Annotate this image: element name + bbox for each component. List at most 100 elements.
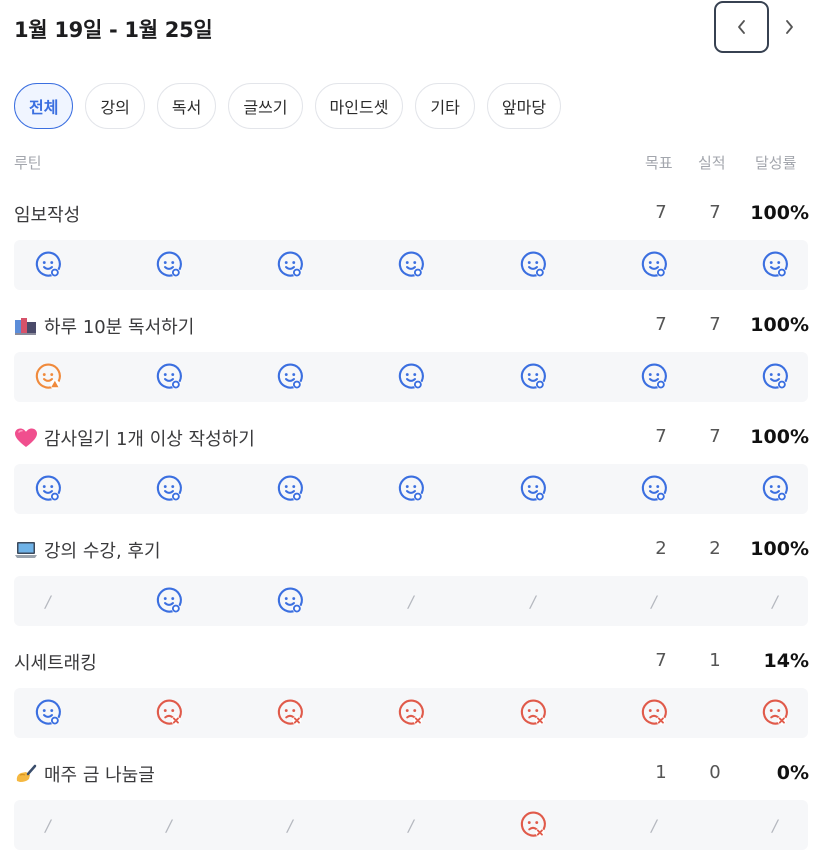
routine-title-text: 임보작성 <box>14 205 81 226</box>
smile-check-icon[interactable] <box>503 464 563 514</box>
routine-goal-count: 2 <box>655 538 667 559</box>
frown-x-icon[interactable] <box>624 688 684 738</box>
column-header-routine: 루틴 <box>14 154 42 172</box>
smile-warning-icon[interactable] <box>18 352 78 402</box>
routine-actual-count: 7 <box>709 202 721 223</box>
smile-check-icon[interactable] <box>260 464 320 514</box>
smile-check-icon[interactable] <box>624 464 684 514</box>
routine-title-row[interactable]: 임보작성 7 7 100% <box>14 194 809 234</box>
routine-item: 매주 금 나눔글 1 0 0% / / / / / / <box>14 754 809 850</box>
smile-check-icon[interactable] <box>745 240 805 290</box>
heart-icon <box>14 427 37 449</box>
routine-goal-count: 7 <box>655 202 667 223</box>
category-filter-bar: 전체 강의 독서 글쓰기 마인드셋 기타 앞마당 <box>14 83 562 129</box>
day-empty-slash: / <box>745 576 805 626</box>
routine-day-row <box>14 352 808 402</box>
routine-title-row[interactable]: 매주 금 나눔글 1 0 0% <box>14 754 809 794</box>
smile-check-icon[interactable] <box>260 352 320 402</box>
frown-x-icon[interactable] <box>381 688 441 738</box>
smile-check-icon[interactable] <box>18 240 78 290</box>
smile-check-icon[interactable] <box>745 352 805 402</box>
day-empty-slash: / <box>503 576 563 626</box>
laptop-icon <box>14 539 37 561</box>
day-empty-slash: / <box>18 576 78 626</box>
slash-text: / <box>287 815 293 835</box>
frown-x-icon[interactable] <box>503 800 563 850</box>
routine-actual-count: 0 <box>709 762 721 783</box>
routine-achievement-rate: 100% <box>750 538 809 560</box>
filter-chip[interactable]: 전체 <box>14 83 74 129</box>
routine-achievement-rate: 0% <box>776 762 809 784</box>
filter-chip[interactable]: 기타 <box>415 83 475 129</box>
routine-title-text: 하루 10분 독서하기 <box>44 317 195 338</box>
routine-achievement-rate: 100% <box>750 314 809 336</box>
routine-title-text: 감사일기 1개 이상 작성하기 <box>44 429 255 450</box>
slash-text: / <box>408 591 414 611</box>
smile-check-icon[interactable] <box>260 576 320 626</box>
routine-achievement-rate: 14% <box>763 650 809 672</box>
routine-title-text: 시세트래킹 <box>14 653 97 674</box>
routine-title-row[interactable]: 감사일기 1개 이상 작성하기 7 7 100% <box>14 418 809 458</box>
smile-check-icon[interactable] <box>381 464 441 514</box>
routine-title: 감사일기 1개 이상 작성하기 <box>14 425 255 451</box>
smile-check-icon[interactable] <box>139 576 199 626</box>
column-header-actual: 실적 <box>698 154 726 172</box>
routine-actual-count: 7 <box>709 314 721 335</box>
slash-text: / <box>45 591 51 611</box>
day-empty-slash: / <box>624 576 684 626</box>
column-header-rate: 달성률 <box>755 154 797 172</box>
routine-item: 강의 수강, 후기 2 2 100% / / / / / <box>14 530 809 626</box>
frown-x-icon[interactable] <box>260 688 320 738</box>
routine-title-text: 강의 수강, 후기 <box>44 541 161 562</box>
routine-day-row: / / / / / / <box>14 800 808 850</box>
frown-x-icon[interactable] <box>139 688 199 738</box>
routine-title-row[interactable]: 시세트래킹 7 1 14% <box>14 642 809 682</box>
header: 1월 19일 - 1월 25일 <box>14 0 814 60</box>
routine-item: 감사일기 1개 이상 작성하기 7 7 100% <box>14 418 809 514</box>
smile-check-icon[interactable] <box>381 352 441 402</box>
routine-title-row[interactable]: 강의 수강, 후기 2 2 100% <box>14 530 809 570</box>
filter-chip[interactable]: 독서 <box>156 83 217 129</box>
routine-achievement-rate: 100% <box>750 202 809 224</box>
routine-goal-count: 1 <box>655 762 667 783</box>
smile-check-icon[interactable] <box>503 240 563 290</box>
frown-x-icon[interactable] <box>745 688 805 738</box>
books-icon <box>14 315 36 337</box>
smile-check-icon[interactable] <box>139 464 199 514</box>
next-week-button[interactable] <box>774 1 804 53</box>
day-empty-slash: / <box>260 800 320 850</box>
slash-text: / <box>408 815 414 835</box>
routine-day-row: / / / / / <box>14 576 808 626</box>
smile-check-icon[interactable] <box>624 240 684 290</box>
slash-text: / <box>651 815 657 835</box>
smile-check-icon[interactable] <box>381 240 441 290</box>
routine-day-row <box>14 240 808 290</box>
smile-check-icon[interactable] <box>624 352 684 402</box>
filter-chip[interactable]: 강의 <box>85 83 145 129</box>
smile-check-icon[interactable] <box>503 352 563 402</box>
slash-text: / <box>45 815 51 835</box>
frown-x-icon[interactable] <box>503 688 563 738</box>
smile-check-icon[interactable] <box>139 240 199 290</box>
filter-chip[interactable]: 마인드셋 <box>314 83 404 129</box>
filter-chip[interactable]: 글쓰기 <box>228 83 303 129</box>
routine-actual-count: 7 <box>709 426 721 447</box>
routine-achievement-rate: 100% <box>750 426 809 448</box>
filter-chip[interactable]: 앞마당 <box>486 83 562 129</box>
slash-text: / <box>772 815 778 835</box>
previous-week-button[interactable] <box>714 1 769 53</box>
smile-check-icon[interactable] <box>18 688 78 738</box>
day-empty-slash: / <box>18 800 78 850</box>
routine-day-row <box>14 688 808 738</box>
routine-title: 시세트래킹 <box>14 649 97 675</box>
smile-check-icon[interactable] <box>18 464 78 514</box>
routine-actual-count: 1 <box>709 650 721 671</box>
smile-check-icon[interactable] <box>260 240 320 290</box>
routine-title-row[interactable]: 하루 10분 독서하기 7 7 100% <box>14 306 809 346</box>
smile-check-icon[interactable] <box>745 464 805 514</box>
routine-title: 하루 10분 독서하기 <box>14 313 194 339</box>
smile-check-icon[interactable] <box>139 352 199 402</box>
date-range-title: 1월 19일 - 1월 25일 <box>14 18 213 42</box>
column-header-goal: 목표 <box>645 154 673 172</box>
chevron-right-icon <box>786 20 793 34</box>
